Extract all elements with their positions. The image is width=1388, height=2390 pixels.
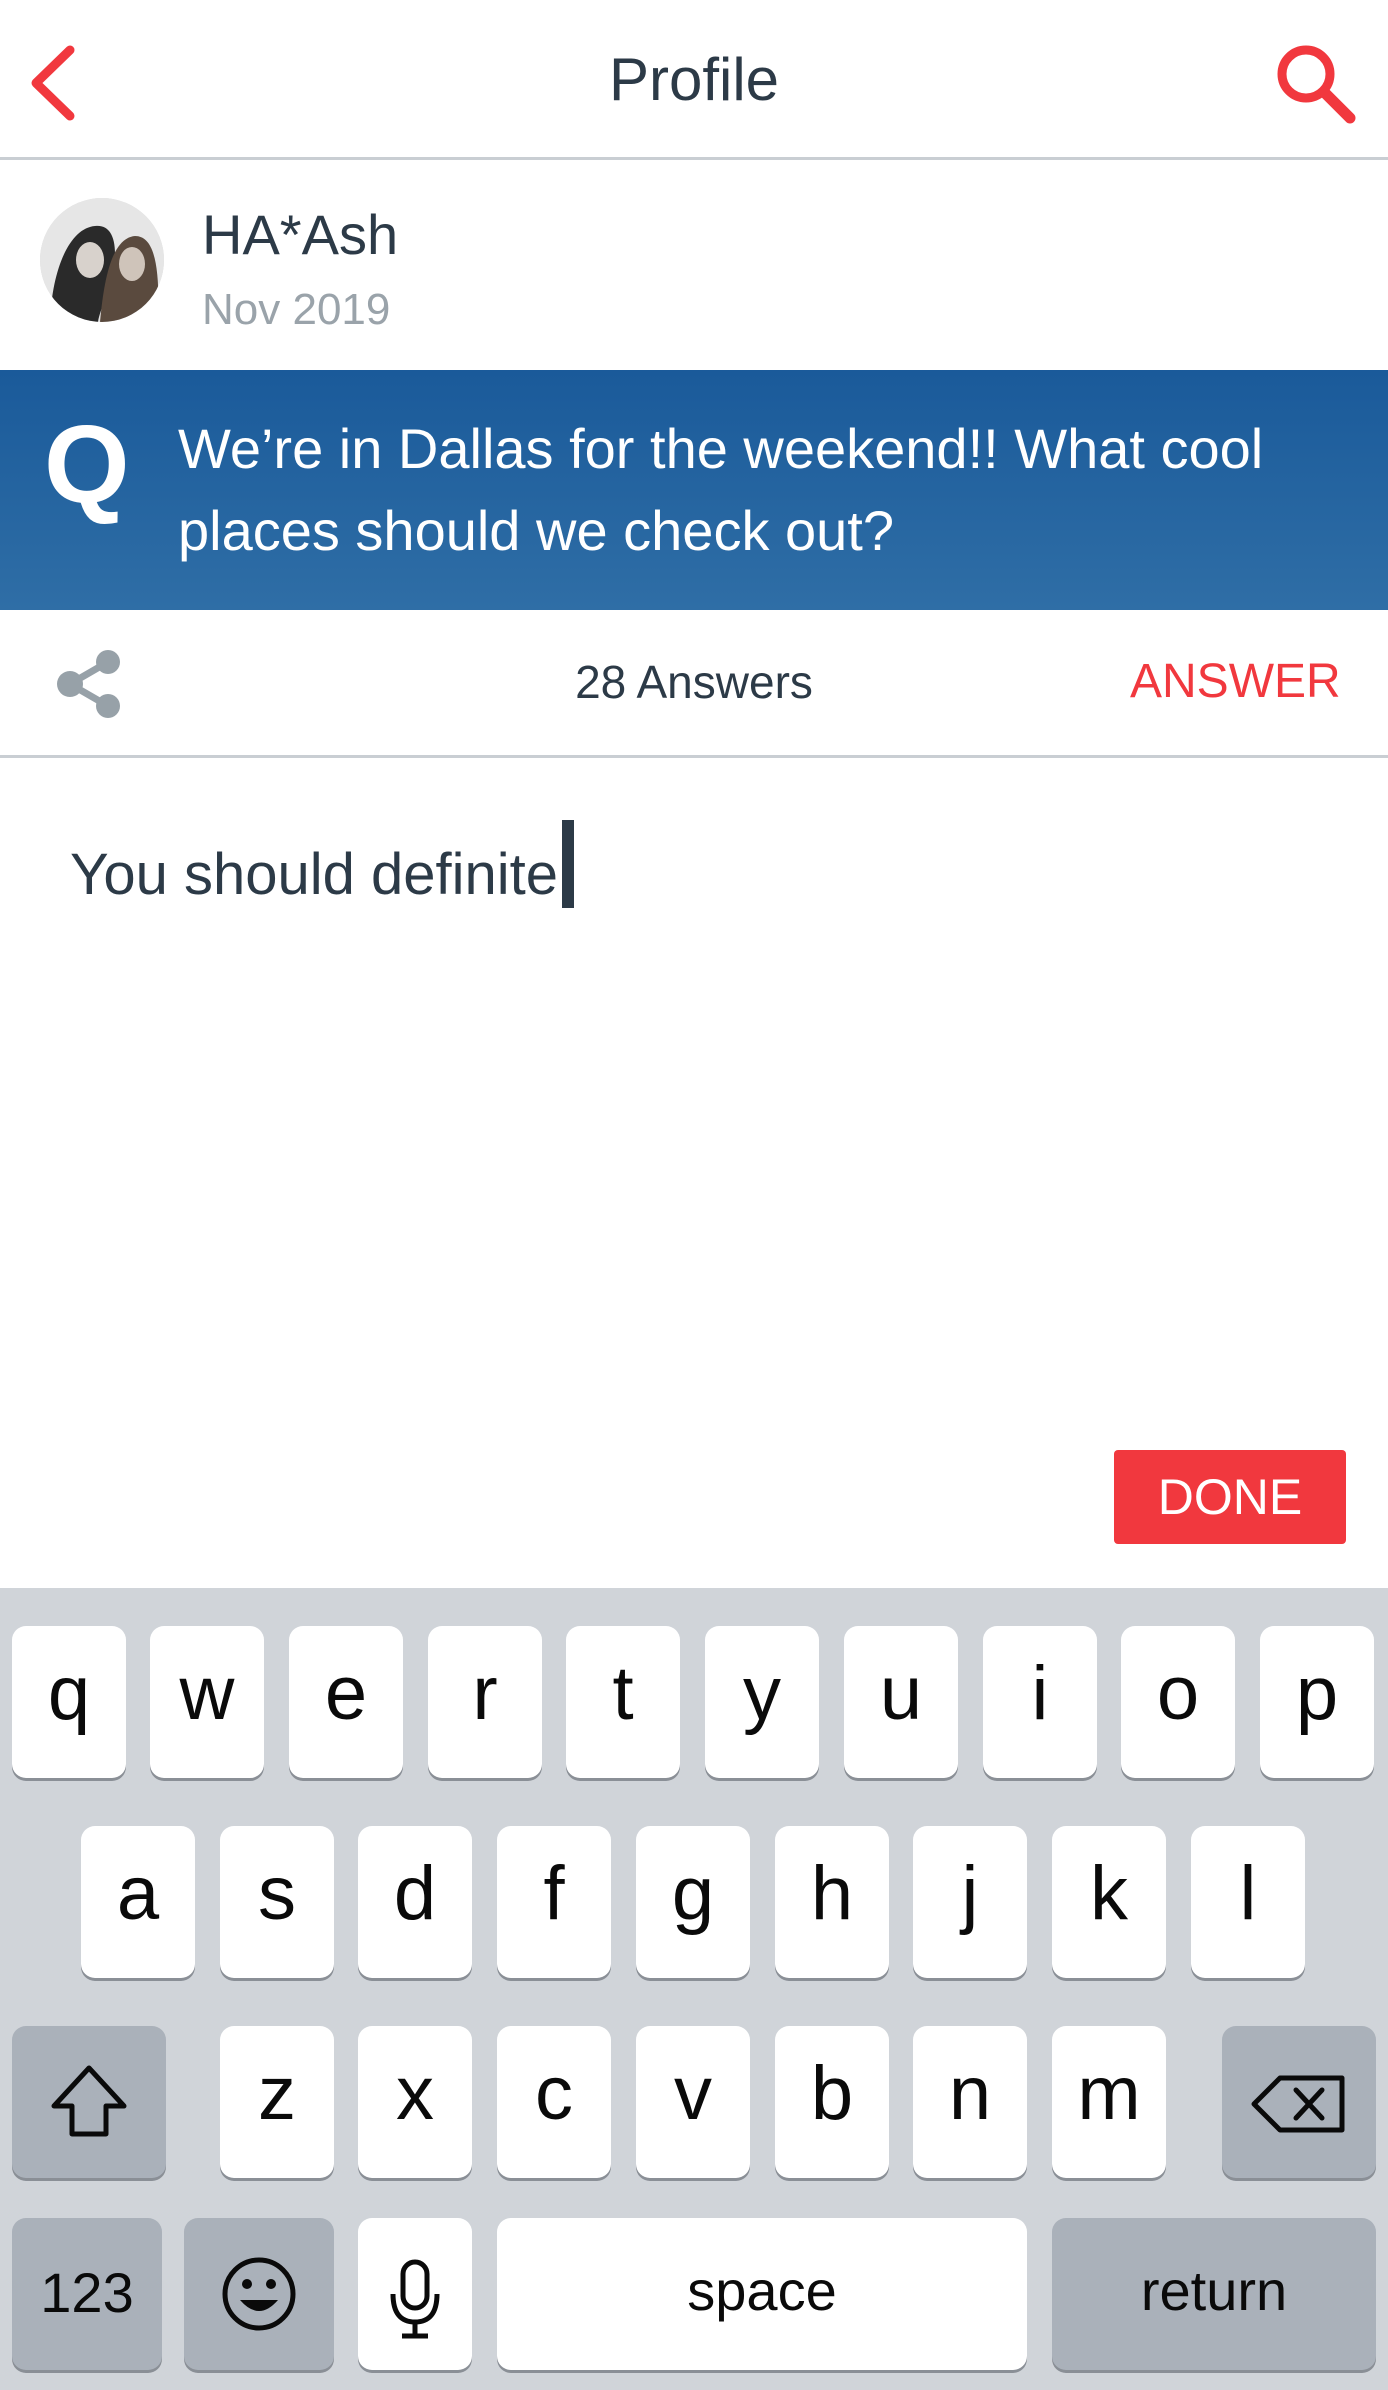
key-label: r [472,1651,498,1736]
answer-compose-area[interactable]: You should definite DONE [0,758,1388,1588]
key-v[interactable]: v [636,2026,750,2178]
key-m[interactable]: m [1052,2026,1166,2178]
microphone-icon [390,2259,440,2339]
key-label: b [810,2051,854,2136]
key-t[interactable]: t [566,1626,680,1778]
backspace-icon [1251,2075,1345,2133]
key-j[interactable]: j [913,1826,1027,1978]
key-label: z [258,2051,296,2136]
key-y[interactable]: y [705,1626,819,1778]
key-label: t [612,1651,634,1736]
question-banner: Q We’re in Dallas for the weekend!! What… [0,370,1388,610]
key-i[interactable]: i [983,1626,1097,1778]
key-f[interactable]: f [497,1826,611,1978]
key-b[interactable]: b [775,2026,889,2178]
answer-input[interactable]: You should definite [70,820,575,915]
key-label: l [1239,1851,1257,1936]
answer-button[interactable]: ANSWER [1130,650,1341,714]
key-s[interactable]: s [220,1826,334,1978]
emoji-icon [222,2257,296,2331]
key-l[interactable]: l [1191,1826,1305,1978]
key-d[interactable]: d [358,1826,472,1978]
key-label: return [1140,2259,1288,2322]
key-label: p [1295,1651,1339,1736]
key-label: q [47,1651,91,1736]
search-icon [1277,45,1356,124]
shift-key[interactable] [12,2026,166,2178]
key-label: y [743,1651,781,1736]
key-x[interactable]: x [358,2026,472,2178]
key-a[interactable]: a [81,1826,195,1978]
done-button[interactable]: DONE [1114,1450,1346,1544]
key-r[interactable]: r [428,1626,542,1778]
key-label: f [543,1851,565,1936]
keyboard: q w e r t y u i o p a s d f g h j k l z … [0,1588,1388,2390]
key-z[interactable]: z [220,2026,334,2178]
key-label: i [1031,1651,1049,1736]
key-q[interactable]: q [12,1626,126,1778]
text-cursor [562,820,575,908]
key-label: h [810,1851,854,1936]
post-date: Nov 2019 [202,285,391,334]
key-label: d [393,1851,437,1936]
shift-icon [51,2065,127,2137]
emoji-key[interactable] [184,2218,334,2370]
key-label: j [961,1851,979,1936]
delete-key[interactable] [1222,2026,1376,2178]
answer-input-text: You should definite [70,842,559,907]
key-label: m [1077,2051,1141,2136]
key-label: c [535,2051,573,2136]
key-label: x [396,2051,434,2136]
return-key[interactable]: return [1052,2218,1376,2370]
key-c[interactable]: c [497,2026,611,2178]
key-label: e [324,1651,368,1736]
avatar[interactable] [40,198,164,322]
key-w[interactable]: w [150,1626,264,1778]
key-label: n [948,2051,992,2136]
key-p[interactable]: p [1260,1626,1374,1778]
key-u[interactable]: u [844,1626,958,1778]
question-text: We’re in Dallas for the weekend!! What c… [178,417,1264,562]
space-key[interactable]: space [497,2218,1027,2370]
author-name[interactable]: HA*Ash [202,200,398,270]
avatar-photo [40,198,164,322]
key-label: s [258,1851,296,1936]
search-button[interactable] [1270,38,1360,128]
key-label: k [1090,1851,1128,1936]
numbers-key[interactable]: 123 [12,2218,162,2370]
key-label: v [674,2051,712,2136]
key-label: a [116,1851,160,1936]
key-label: space [687,2259,837,2322]
key-n[interactable]: n [913,2026,1027,2178]
key-h[interactable]: h [775,1826,889,1978]
key-label: w [179,1651,235,1736]
key-g[interactable]: g [636,1826,750,1978]
action-bar: 28 Answers ANSWER [0,610,1388,758]
dictation-key[interactable] [358,2218,472,2370]
key-o[interactable]: o [1121,1626,1235,1778]
key-label: o [1156,1651,1200,1736]
question-marker: Q [44,403,130,526]
key-e[interactable]: e [289,1626,403,1778]
key-label: 123 [40,2261,134,2324]
key-label: g [671,1851,715,1936]
page-title: Profile [608,46,780,113]
navigation-bar: Profile [0,0,1388,160]
key-label: u [879,1651,923,1736]
key-k[interactable]: k [1052,1826,1166,1978]
